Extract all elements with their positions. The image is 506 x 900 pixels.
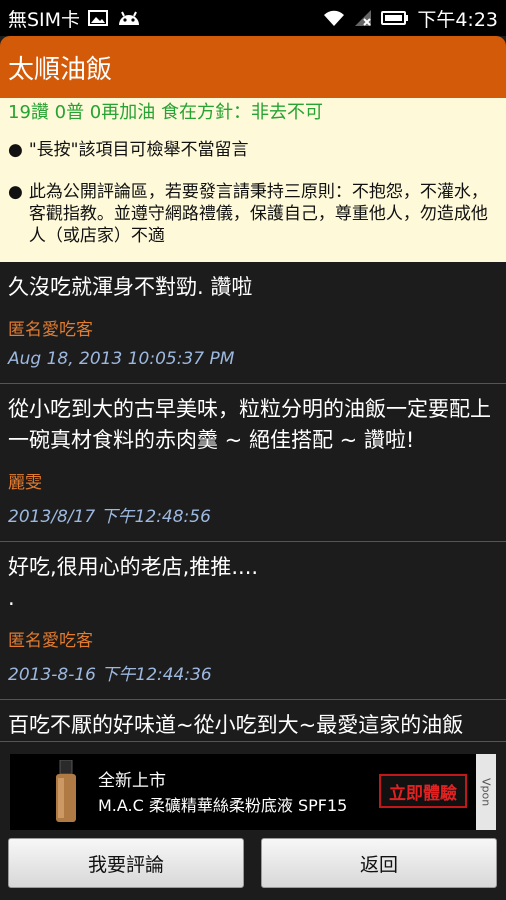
carrier-label: 無SIM卡 xyxy=(8,8,81,31)
rule-text: "長按"該項目可檢舉不當留言 xyxy=(28,140,249,160)
comment-text: 百吃不厭的好味道~從小吃到大~最愛這家的油飯 xyxy=(8,713,464,737)
bottom-bar: 我要評論 返回 xyxy=(0,830,506,900)
ad-banner[interactable]: 全新上市 M.A.C 柔礦精華絲柔粉底液 SPF15 立即體驗 Vpon xyxy=(10,754,496,830)
foundation-bottle-icon xyxy=(50,759,82,828)
comment-item[interactable]: 從小吃到大的古早美味，粒粒分明的油飯一定要配上一碗真材食料的赤肉羹 ~ 絕佳搭配… xyxy=(0,384,506,542)
rule-item: ● "長按"該項目可檢舉不當留言 xyxy=(8,139,498,161)
comment-list[interactable]: 久沒吃就渾身不對勁. 讚啦 匿名愛吃客 Aug 18, 2013 10:05:3… xyxy=(0,262,506,754)
comment-text: 久沒吃就渾身不對勁. 讚啦 xyxy=(8,275,253,299)
rule-text: 此為公開評論區，若要發言請秉持三原則：不抱怨，不灌水，客觀指教。並遵守網路禮儀，… xyxy=(28,182,488,246)
comment-timestamp: Aug 18, 2013 10:05:37 PM xyxy=(8,349,235,369)
image-icon xyxy=(88,9,109,27)
comment-timestamp: 2013/8/17 下午12:48:56 xyxy=(8,507,211,527)
status-bar: 無SIM卡 下午4:23 xyxy=(0,0,506,36)
clock: 下午4:23 xyxy=(417,8,498,31)
rule-item: ● 此為公開評論區，若要發言請秉持三原則：不抱怨，不灌水，客觀指教。並遵守網路禮… xyxy=(8,181,498,247)
ad-headline: 全新上市 xyxy=(98,771,166,791)
comment-text: 好吃,很用心的老店,推推.... . xyxy=(8,555,259,610)
info-panel: 19讚 0普 0再加油 食在方針：非去不可 ● "長按"該項目可檢舉不當留言 ●… xyxy=(0,98,506,262)
comment-item[interactable]: 好吃,很用心的老店,推推.... . 匿名愛吃客 2013-8-16 下午12:… xyxy=(0,542,506,700)
write-comment-button[interactable]: 我要評論 xyxy=(8,838,244,888)
ad-product: M.A.C 柔礦精華絲柔粉底液 SPF15 xyxy=(98,796,348,815)
android-icon xyxy=(116,9,142,27)
wifi-icon xyxy=(323,9,345,27)
comment-author: 匿名愛吃客 xyxy=(8,631,93,651)
ad-network-label: Vpon xyxy=(476,754,496,830)
comment-timestamp: 2013-8-16 下午12:44:36 xyxy=(8,665,212,685)
title-bar: 太順油飯 xyxy=(0,36,506,98)
back-button[interactable]: 返回 xyxy=(261,838,497,888)
comment-item[interactable]: 百吃不厭的好味道~從小吃到大~最愛這家的油飯 xyxy=(0,700,506,742)
bullet: ● xyxy=(8,140,23,160)
bullet: ● xyxy=(8,182,23,202)
battery-icon xyxy=(381,9,409,27)
comment-author: 匿名愛吃客 xyxy=(8,320,93,340)
no-signal-icon xyxy=(353,9,373,27)
comment-author: 麗雯 xyxy=(8,473,42,493)
comment-item[interactable]: 久沒吃就渾身不對勁. 讚啦 匿名愛吃客 Aug 18, 2013 10:05:3… xyxy=(0,262,506,384)
page-title: 太順油飯 xyxy=(8,54,113,85)
comment-text: 從小吃到大的古早美味，粒粒分明的油飯一定要配上一碗真材食料的赤肉羹 ~ 絕佳搭配… xyxy=(8,397,491,452)
rating-stats: 19讚 0普 0再加油 食在方針：非去不可 xyxy=(8,102,323,123)
ad-cta-button[interactable]: 立即體驗 xyxy=(379,774,467,808)
